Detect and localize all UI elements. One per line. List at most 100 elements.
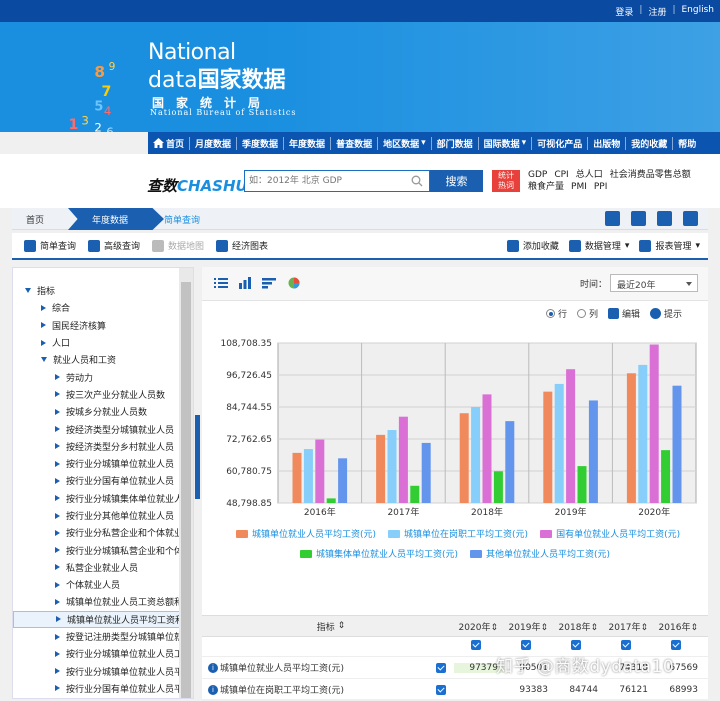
legend-item[interactable]: 其他单位就业人员平均工资(元) <box>470 547 610 560</box>
tip-button[interactable]: 提示 <box>650 307 682 320</box>
info-icon[interactable]: i <box>208 684 218 695</box>
search-icon[interactable] <box>411 175 423 187</box>
radio-row[interactable] <box>546 309 555 318</box>
col-option[interactable]: 列 <box>577 307 598 320</box>
year-header[interactable]: 2020年⇕ <box>454 620 504 633</box>
hbar-chart-icon[interactable] <box>262 277 276 289</box>
nav-publications[interactable]: 出版物 <box>588 136 627 150</box>
tree-node[interactable]: 按行业分国有单位就业人员平 <box>13 680 181 697</box>
data-map-button[interactable]: 数据地图 <box>152 239 204 252</box>
nav-visualization[interactable]: 可视化产品 <box>532 136 589 150</box>
advanced-query-button[interactable]: 高级查询 <box>88 239 140 252</box>
tree-node[interactable]: 按三次产业分就业人员数 <box>13 386 181 403</box>
year-checkbox[interactable] <box>671 640 681 650</box>
panel-splitter[interactable] <box>195 415 200 499</box>
hot-word[interactable]: PPI <box>594 182 608 192</box>
year-checkbox[interactable] <box>471 640 481 650</box>
nav-regional[interactable]: 地区数据 ▾ <box>378 136 432 150</box>
register-link[interactable]: 注册 <box>648 5 666 18</box>
nav-international[interactable]: 国际数据 ▾ <box>479 136 533 150</box>
year-header[interactable]: 2019年⇕ <box>504 620 554 633</box>
pie-chart-icon[interactable] <box>287 277 301 289</box>
edit-button[interactable]: 编辑 <box>608 307 640 320</box>
legend-item[interactable]: 城镇集体单位就业人员平均工资(元) <box>300 547 458 560</box>
time-range-select[interactable]: 最近20年 <box>610 274 698 292</box>
row-checkbox[interactable] <box>436 684 446 695</box>
search-button[interactable]: 搜索 <box>430 170 483 192</box>
legend-item[interactable]: 城镇单位在岗职工平均工资(元) <box>388 527 528 540</box>
year-header[interactable]: 2017年⇕ <box>604 620 654 633</box>
breadcrumb-home[interactable]: 首页 <box>12 208 72 230</box>
row-checkbox[interactable] <box>436 662 446 673</box>
nav-help[interactable]: 帮助 <box>673 137 701 150</box>
export-icon[interactable] <box>605 211 620 226</box>
print-icon[interactable] <box>657 211 672 226</box>
tree-node[interactable]: 个体就业人员 <box>13 576 181 593</box>
share-icon[interactable] <box>683 211 698 226</box>
indicator-header[interactable]: 指标 ⇕ <box>202 620 454 633</box>
hot-word[interactable]: CPI <box>554 170 568 180</box>
bar <box>626 373 636 503</box>
tree-node[interactable]: 按行业分城镇单位就业人员平 <box>13 663 181 680</box>
tree-node[interactable]: 私营企业就业人员 <box>13 559 181 576</box>
table-view-icon[interactable] <box>214 277 228 289</box>
year-header[interactable]: 2018年⇕ <box>554 620 604 633</box>
scrollbar-thumb[interactable] <box>181 282 191 698</box>
tree-node[interactable]: 国民经济核算 <box>13 317 181 334</box>
copy-icon[interactable] <box>631 211 646 226</box>
hot-word[interactable]: GDP <box>528 170 547 180</box>
data-manage-button[interactable]: 数据管理 ▾ <box>568 239 629 252</box>
tree-node[interactable]: 按行业分私营企业和个体就业 <box>13 524 181 541</box>
legend-item[interactable]: 国有单位就业人员平均工资(元) <box>540 527 680 540</box>
tree-node[interactable]: 人口 <box>13 334 181 351</box>
report-manage-button[interactable]: 报表管理 ▾ <box>639 239 700 252</box>
tree-node[interactable]: 按经济类型分乡村就业人员 <box>13 438 181 455</box>
info-icon[interactable]: i <box>208 662 218 673</box>
nav-census[interactable]: 普查数据 <box>331 136 379 150</box>
hot-word[interactable]: 社会消费品零售总额 <box>610 170 691 180</box>
nav-label: 地区数据 <box>383 139 420 150</box>
bar-chart-icon[interactable] <box>238 277 252 289</box>
tree-node[interactable]: 按行业分城镇集体单位就业人 <box>13 490 181 507</box>
row-option[interactable]: 行 <box>546 307 567 320</box>
tree-node[interactable]: 按经济类型分城镇就业人员 <box>13 420 181 437</box>
tree-root[interactable]: 指标 <box>13 282 181 299</box>
search-input[interactable] <box>249 174 409 188</box>
nav-home[interactable]: 首页 <box>148 136 191 150</box>
hot-word[interactable]: 粮食产量 <box>528 182 564 192</box>
breadcrumb-annual[interactable]: 年度数据 <box>68 208 164 230</box>
tree-node[interactable]: 就业人员和工资 <box>13 351 181 368</box>
expand-icon <box>55 650 60 657</box>
add-favorite-button[interactable]: 添加收藏 <box>506 239 559 252</box>
nav-monthly[interactable]: 月度数据 <box>190 136 238 150</box>
year-checkbox[interactable] <box>521 640 531 650</box>
login-link[interactable]: 登录 <box>615 5 633 18</box>
hot-word[interactable]: 总人口 <box>576 170 603 180</box>
tree-node[interactable]: 按行业分城镇单位就业人员工 <box>13 645 181 662</box>
tree-node[interactable]: 按登记注册类型分城镇单位就 <box>13 628 181 645</box>
simple-query-button[interactable]: 简单查询 <box>24 239 76 252</box>
tree-node[interactable]: 按行业分国有单位就业人员 <box>13 472 181 489</box>
tree-scrollbar[interactable] <box>179 268 193 698</box>
nav-favorites[interactable]: 我的收藏 <box>626 136 674 150</box>
tree-node[interactable]: 按行业分城镇单位就业人员 <box>13 455 181 472</box>
tree-node[interactable]: 按城乡分就业人员数 <box>13 403 181 420</box>
tree-node[interactable]: 综合 <box>13 299 181 316</box>
year-header[interactable]: 2016年⇕ <box>654 620 704 633</box>
map-icon <box>152 239 165 252</box>
nav-quarterly[interactable]: 季度数据 <box>237 136 285 150</box>
year-checkbox[interactable] <box>621 640 631 650</box>
nav-department[interactable]: 部门数据 <box>432 136 479 150</box>
hot-word[interactable]: PMI <box>571 182 587 192</box>
legend-item[interactable]: 城镇单位就业人员平均工资(元) <box>236 527 376 540</box>
radio-col[interactable] <box>577 309 587 318</box>
english-link[interactable]: English <box>682 5 715 18</box>
year-checkbox[interactable] <box>571 640 581 650</box>
nav-annual[interactable]: 年度数据 <box>284 136 332 150</box>
tree-node[interactable]: 劳动力 <box>13 368 181 385</box>
tree-node[interactable]: 城镇单位就业人员工资总额和 <box>13 593 181 610</box>
tree-node[interactable]: 按行业分其他单位就业人员 <box>13 507 181 524</box>
tree-node[interactable]: 城镇单位就业人员平均工资和 <box>13 610 181 628</box>
econ-chart-button[interactable]: 经济图表 <box>216 239 268 252</box>
tree-node[interactable]: 按行业分城镇私营企业和个体 <box>13 541 181 558</box>
